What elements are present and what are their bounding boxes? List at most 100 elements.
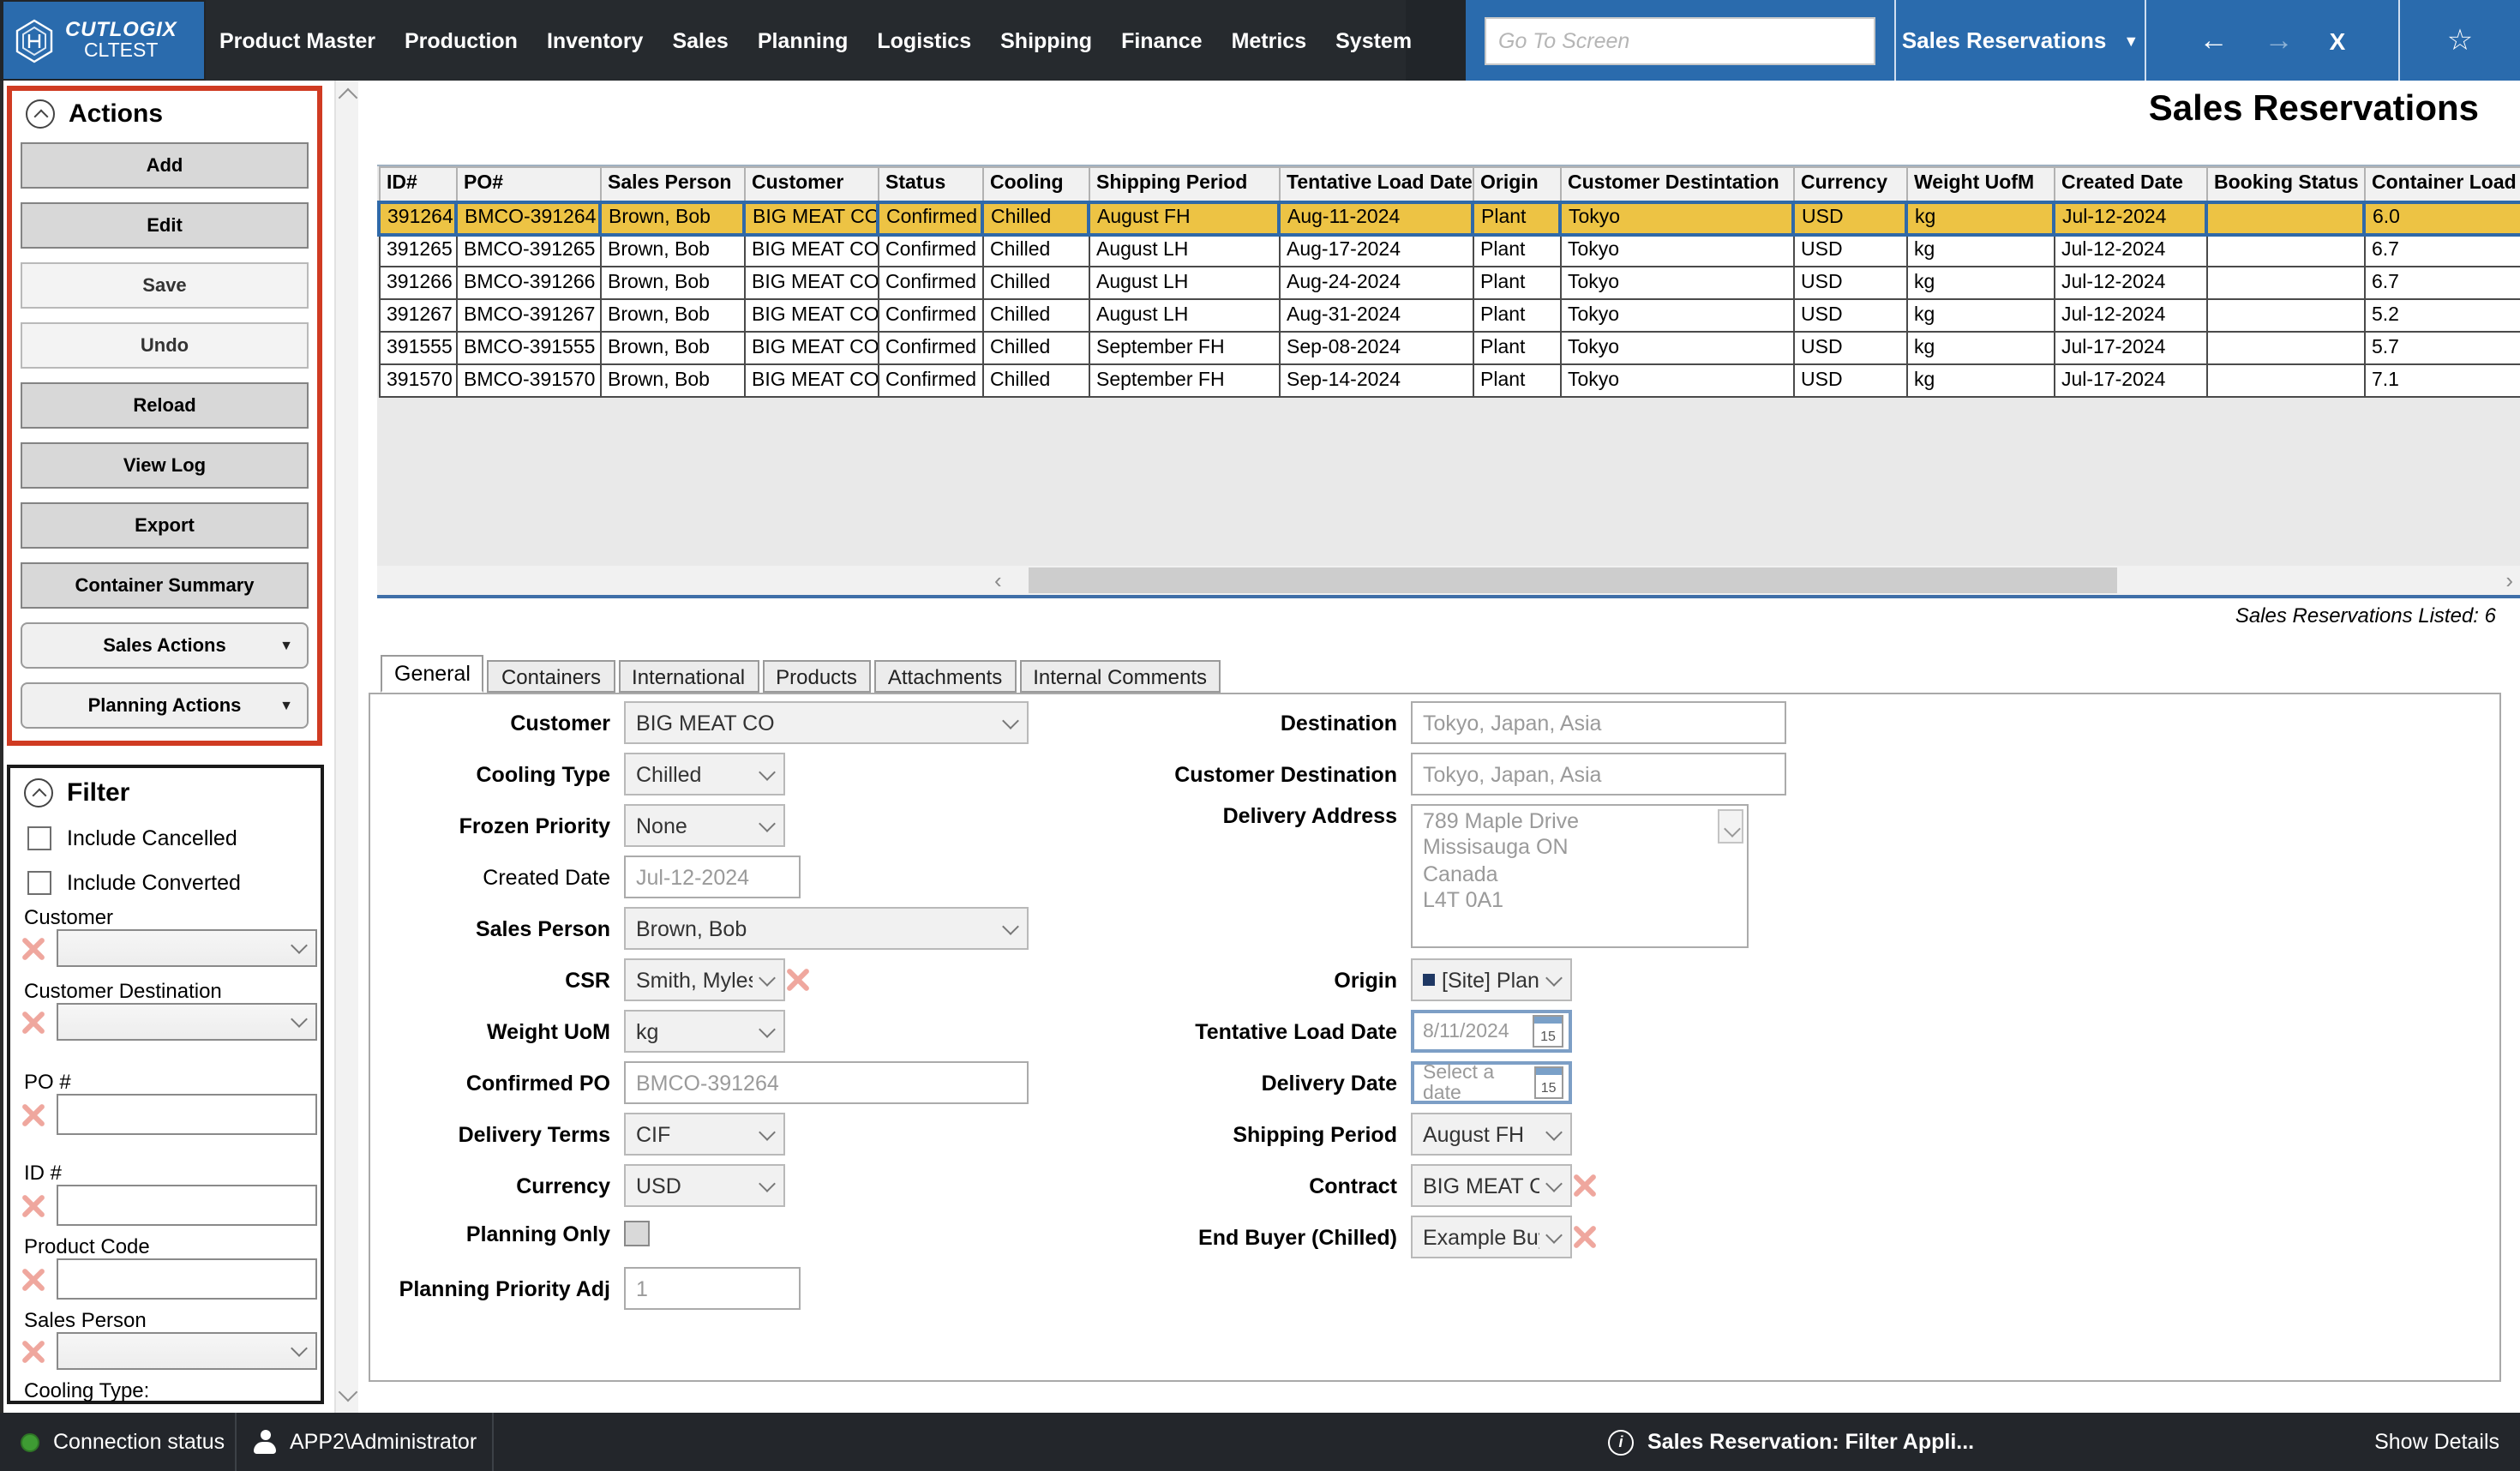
menu-sales[interactable]: Sales bbox=[672, 28, 728, 52]
cell[interactable]: Tokyo bbox=[1560, 201, 1793, 234]
cell[interactable]: Aug-31-2024 bbox=[1279, 299, 1473, 332]
cell[interactable]: Brown, Bob bbox=[600, 332, 744, 364]
filter-checkbox-include-converted[interactable]: Include Converted bbox=[27, 871, 241, 895]
reload-button[interactable]: Reload bbox=[21, 382, 309, 429]
collapse-filter-icon[interactable] bbox=[24, 778, 53, 808]
cell[interactable]: USD bbox=[1793, 299, 1906, 332]
cell[interactable]: Sep-14-2024 bbox=[1279, 364, 1473, 397]
cell[interactable]: BIG MEAT CO bbox=[744, 201, 878, 234]
scroll-right-icon[interactable]: › bbox=[2505, 567, 2513, 593]
cell[interactable]: USD bbox=[1793, 267, 1906, 299]
scroll-up-icon[interactable] bbox=[339, 88, 358, 108]
delivery-address-textarea[interactable]: 789 Maple Drive Missisauga ON Canada L4T… bbox=[1411, 804, 1749, 948]
filter-po-input[interactable] bbox=[57, 1094, 317, 1135]
created-date-input[interactable]: Jul-12-2024 bbox=[624, 856, 801, 898]
table-row[interactable]: 391555BMCO-391555Brown, BobBIG MEAT COCo… bbox=[379, 332, 2520, 364]
cell[interactable]: Confirmed bbox=[878, 201, 982, 234]
filter-checkbox-include-cancelled[interactable]: Include Cancelled bbox=[27, 826, 237, 850]
clear-field-icon[interactable] bbox=[785, 967, 811, 993]
column-header-created-date[interactable]: Created Date bbox=[2054, 167, 2206, 201]
menu-product-master[interactable]: Product Master bbox=[219, 28, 375, 52]
weight-uom-select[interactable]: kg bbox=[624, 1010, 785, 1053]
sales-actions-button[interactable]: Sales Actions▼ bbox=[21, 622, 309, 669]
cell[interactable] bbox=[2206, 299, 2364, 332]
edit-button[interactable]: Edit bbox=[21, 202, 309, 249]
filter-customer-select[interactable] bbox=[57, 929, 317, 967]
export-button[interactable]: Export bbox=[21, 502, 309, 549]
cell[interactable] bbox=[2206, 234, 2364, 267]
cell[interactable]: Chilled bbox=[982, 201, 1089, 234]
cell[interactable]: Confirmed bbox=[878, 267, 982, 299]
cell[interactable]: 391267 bbox=[379, 299, 456, 332]
cell[interactable]: kg bbox=[1906, 299, 2054, 332]
confirmed-po-input[interactable]: BMCO-391264 bbox=[624, 1061, 1029, 1104]
cell[interactable]: 391264 bbox=[379, 201, 456, 234]
sales-person-select[interactable]: Brown, Bob bbox=[624, 907, 1029, 950]
cell[interactable]: Plant bbox=[1473, 267, 1560, 299]
view-log-button[interactable]: View Log bbox=[21, 442, 309, 489]
tentative-load-date-datepicker[interactable]: 8/11/202415 bbox=[1411, 1010, 1572, 1053]
menu-planning[interactable]: Planning bbox=[758, 28, 849, 52]
table-row[interactable]: 391570BMCO-391570Brown, BobBIG MEAT COCo… bbox=[379, 364, 2520, 397]
table-row[interactable]: 391264BMCO-391264Brown, BobBIG MEAT COCo… bbox=[379, 201, 2520, 234]
cell[interactable]: BIG MEAT CO bbox=[744, 299, 878, 332]
cell[interactable]: 5.7 bbox=[2364, 332, 2520, 364]
column-header-cooling[interactable]: Cooling bbox=[982, 167, 1089, 201]
cell[interactable]: BIG MEAT CO bbox=[744, 234, 878, 267]
go-to-screen-input[interactable] bbox=[1485, 16, 1875, 64]
column-header-weight-uofm[interactable]: Weight UofM bbox=[1906, 167, 2054, 201]
cell[interactable]: BMCO-391267 bbox=[456, 299, 600, 332]
column-header-currency[interactable]: Currency bbox=[1793, 167, 1906, 201]
cell[interactable]: Tokyo bbox=[1560, 234, 1793, 267]
filter-id-input[interactable] bbox=[57, 1185, 317, 1226]
cell[interactable]: Tokyo bbox=[1560, 364, 1793, 397]
column-header-origin[interactable]: Origin bbox=[1473, 167, 1560, 201]
cell[interactable]: Aug-17-2024 bbox=[1279, 234, 1473, 267]
clear-filter-icon[interactable] bbox=[21, 1009, 46, 1035]
cell[interactable]: Chilled bbox=[982, 299, 1089, 332]
back-icon[interactable]: ← bbox=[2199, 23, 2229, 57]
cell[interactable]: Chilled bbox=[982, 234, 1089, 267]
clear-filter-icon[interactable] bbox=[21, 1266, 46, 1292]
menu-shipping[interactable]: Shipping bbox=[1000, 28, 1092, 52]
cell[interactable]: Confirmed bbox=[878, 299, 982, 332]
cell[interactable]: Chilled bbox=[982, 364, 1089, 397]
container-summary-button[interactable]: Container Summary bbox=[21, 562, 309, 609]
clear-filter-icon[interactable] bbox=[21, 1338, 46, 1364]
cell[interactable]: 391265 bbox=[379, 234, 456, 267]
cell[interactable]: BMCO-391264 bbox=[456, 201, 600, 234]
cell[interactable]: 391570 bbox=[379, 364, 456, 397]
cell[interactable]: kg bbox=[1906, 267, 2054, 299]
column-header-sales-person[interactable]: Sales Person bbox=[600, 167, 744, 201]
clear-field-icon[interactable] bbox=[1572, 1224, 1598, 1250]
cell[interactable]: Jul-12-2024 bbox=[2054, 234, 2206, 267]
cell[interactable]: Plant bbox=[1473, 201, 1560, 234]
contract-select[interactable]: BIG MEAT CO/B bbox=[1411, 1164, 1572, 1207]
column-header-id[interactable]: ID# bbox=[379, 167, 456, 201]
cell[interactable]: Sep-08-2024 bbox=[1279, 332, 1473, 364]
menu-finance[interactable]: Finance bbox=[1121, 28, 1203, 52]
cell[interactable]: Aug-11-2024 bbox=[1279, 201, 1473, 234]
cell[interactable]: Jul-17-2024 bbox=[2054, 364, 2206, 397]
cell[interactable]: Plant bbox=[1473, 299, 1560, 332]
cell[interactable]: BMCO-391265 bbox=[456, 234, 600, 267]
cell[interactable]: USD bbox=[1793, 364, 1906, 397]
currency-select[interactable]: USD bbox=[624, 1164, 785, 1207]
cooling-type-select[interactable]: Chilled bbox=[624, 753, 785, 796]
column-header-shipping-period[interactable]: Shipping Period bbox=[1089, 167, 1279, 201]
clear-filter-icon[interactable] bbox=[21, 1102, 46, 1127]
cell[interactable]: Confirmed bbox=[878, 332, 982, 364]
destination-input[interactable]: Tokyo, Japan, Asia bbox=[1411, 701, 1786, 744]
calendar-icon[interactable]: 15 bbox=[1533, 1066, 1563, 1099]
cell[interactable]: Jul-12-2024 bbox=[2054, 267, 2206, 299]
table-row[interactable]: 391267BMCO-391267Brown, BobBIG MEAT COCo… bbox=[379, 299, 2520, 332]
cell[interactable]: Tokyo bbox=[1560, 332, 1793, 364]
shipping-period-select[interactable]: August FH bbox=[1411, 1113, 1572, 1156]
menu-production[interactable]: Production bbox=[405, 28, 518, 52]
save-button[interactable]: Save bbox=[21, 262, 309, 309]
cell[interactable]: BIG MEAT CO bbox=[744, 267, 878, 299]
menu-system[interactable]: System bbox=[1335, 28, 1412, 52]
cell[interactable]: September FH bbox=[1089, 364, 1279, 397]
cell[interactable] bbox=[2206, 201, 2364, 234]
end-buyer-chilled-select[interactable]: Example Buyer bbox=[1411, 1216, 1572, 1258]
